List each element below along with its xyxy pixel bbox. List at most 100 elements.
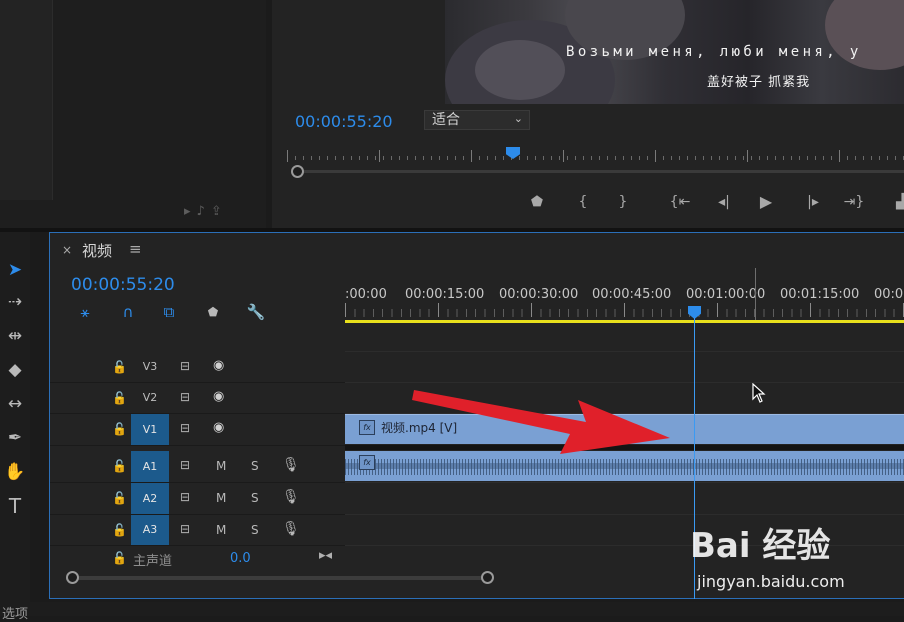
ruler-label: 00:00:45:00	[592, 287, 672, 302]
go-to-in-icon[interactable]: {⇤	[668, 192, 692, 212]
sync-lock-icon[interactable]: ⊟	[180, 522, 190, 536]
solo-button[interactable]: S	[251, 523, 259, 537]
track-name[interactable]: A2	[131, 483, 169, 514]
sync-lock-icon[interactable]: ⊟	[180, 490, 190, 504]
pen-tool-icon[interactable]: ✒	[3, 426, 27, 450]
lock-icon[interactable]: 🔓	[112, 551, 127, 565]
solo-button[interactable]: S	[251, 459, 259, 473]
microphone-icon[interactable]: 🎙	[282, 489, 300, 505]
timeline-zoom-handle-left[interactable]	[66, 571, 79, 584]
timeline-zoom-track	[74, 576, 488, 580]
ruler-label: 00:00:15:00	[405, 287, 485, 302]
sync-lock-icon[interactable]: ⊟	[180, 421, 190, 435]
program-zoom-scrollbar[interactable]	[291, 165, 904, 178]
subtitle-chinese: 盖好被子 抓紧我	[707, 75, 811, 90]
ripple-edit-tool-icon[interactable]: ⇹	[3, 324, 27, 348]
track-header-v2[interactable]: 🔓 V2 ⊟ ◉	[50, 383, 345, 414]
track-name[interactable]: V1	[131, 414, 169, 445]
video-shape	[475, 40, 565, 100]
track-name[interactable]: V2	[131, 383, 169, 413]
automate-to-sequence-icon[interactable]: ▸♪	[184, 204, 211, 219]
slip-tool-icon[interactable]: ↔	[3, 392, 27, 416]
mute-button[interactable]: M	[216, 459, 226, 473]
panel-menu-icon[interactable]: ≡	[129, 240, 142, 258]
sync-lock-icon[interactable]: ⊟	[180, 359, 190, 373]
audio-waveform	[345, 459, 904, 475]
sequence-tab-title[interactable]: 视频	[82, 240, 112, 261]
timeline-zoom-handle-right[interactable]	[481, 571, 494, 584]
lock-icon[interactable]: 🔓	[112, 523, 127, 537]
nest-icon[interactable]: ⚹	[74, 302, 96, 322]
zoom-fit-select[interactable]: 适合 ⌄	[424, 110, 530, 130]
mark-out-icon[interactable]: }	[614, 192, 632, 212]
microphone-icon[interactable]: 🎙	[282, 521, 300, 537]
ruler-label: 00:00:30:00	[499, 287, 579, 302]
program-zoom-track	[297, 170, 904, 173]
new-item-icon[interactable]: ⇪	[211, 204, 228, 219]
baidu-watermark: Bai 经验 jingyan.baidu.com	[690, 518, 904, 598]
program-time-ruler-major	[287, 150, 904, 162]
track-divider	[345, 351, 904, 352]
ruler-label: :00:00	[345, 287, 387, 302]
add-marker-icon[interactable]: ⬟	[202, 302, 224, 322]
track-header-v3[interactable]: 🔓 V3 ⊟ ◉	[50, 352, 345, 383]
ruler-marker-line	[755, 268, 756, 320]
go-to-out-point-icon[interactable]: ▸◂	[319, 548, 332, 563]
lock-icon[interactable]: 🔓	[112, 360, 127, 374]
solo-button[interactable]: S	[251, 491, 259, 505]
wrench-icon[interactable]: 🔧	[245, 302, 267, 322]
eye-icon[interactable]: ◉	[213, 358, 224, 373]
sync-lock-icon[interactable]: ⊟	[180, 390, 190, 404]
bottom-label: 选项	[2, 607, 29, 622]
razor-tool-icon[interactable]: ◆	[3, 358, 27, 382]
track-header-a2[interactable]: 🔓 A2 ⊟ M S 🎙	[50, 483, 345, 515]
eye-icon[interactable]: ◉	[213, 420, 224, 435]
hand-tool-icon[interactable]: ✋	[3, 460, 27, 484]
lock-icon[interactable]: 🔓	[112, 422, 127, 436]
sync-lock-icon[interactable]: ⊟	[180, 458, 190, 472]
lock-icon[interactable]: 🔓	[112, 491, 127, 505]
lock-icon[interactable]: 🔓	[112, 391, 127, 405]
lock-icon[interactable]: 🔓	[112, 459, 127, 473]
step-forward-icon[interactable]: |▸	[802, 192, 824, 212]
fx-badge: fx	[359, 455, 375, 470]
step-back-icon[interactable]: ◂|	[713, 192, 735, 212]
go-to-out-icon[interactable]: ⇥}	[842, 192, 866, 212]
annotation-arrow	[412, 390, 670, 454]
track-divider	[345, 514, 904, 515]
insert-icon[interactable]: ▟	[896, 192, 904, 212]
mute-button[interactable]: M	[216, 523, 226, 537]
ruler-major-ticks	[345, 303, 904, 317]
mark-in-icon[interactable]: {	[574, 192, 592, 212]
track-headers: 🔓 V3 ⊟ ◉ 🔓 V2 ⊟ ◉ 🔓 V1 ⊟ ◉ 🔓 A1 ⊟ M S 🎙 …	[50, 324, 345, 574]
track-name[interactable]: V3	[131, 352, 169, 382]
selection-tool-icon[interactable]: ➤	[3, 258, 27, 282]
watermark-logo: Bai 经验	[690, 526, 831, 566]
snap-icon[interactable]: ∩	[117, 302, 139, 322]
timeline-zoom-scrollbar[interactable]	[66, 571, 496, 585]
microphone-icon[interactable]: 🎙	[282, 457, 300, 473]
program-zoom-handle[interactable]	[291, 165, 304, 178]
add-marker-icon[interactable]: ⬟	[528, 192, 546, 212]
linked-selection-icon[interactable]: ⧉	[158, 302, 180, 322]
track-header-a3[interactable]: 🔓 A3 ⊟ M S 🎙	[50, 515, 345, 546]
work-area-bar[interactable]	[345, 320, 904, 323]
track-header-a1[interactable]: 🔓 A1 ⊟ M S 🎙	[50, 451, 345, 483]
fx-badge: fx	[359, 420, 375, 435]
project-panel-icons[interactable]: ▸♪⇪	[184, 204, 228, 219]
track-header-v1[interactable]: 🔓 V1 ⊟ ◉	[50, 414, 345, 446]
track-select-tool-icon[interactable]: ⇢	[3, 290, 27, 314]
mute-button[interactable]: M	[216, 491, 226, 505]
ruler-label: 00:01:15:00	[780, 287, 860, 302]
close-icon[interactable]: ×	[62, 243, 72, 257]
eye-icon[interactable]: ◉	[213, 389, 224, 404]
program-timecode[interactable]: 00:00:55:20	[295, 112, 393, 131]
master-volume-value[interactable]: 0.0	[230, 551, 251, 566]
play-icon[interactable]: ▶	[756, 192, 776, 212]
track-name[interactable]: A1	[131, 451, 169, 482]
bottom-bar	[0, 602, 904, 616]
track-name[interactable]: A3	[131, 515, 169, 545]
track-divider	[345, 482, 904, 483]
timeline-timecode[interactable]: 00:00:55:20	[71, 275, 175, 295]
type-tool-icon[interactable]: T	[3, 494, 27, 518]
